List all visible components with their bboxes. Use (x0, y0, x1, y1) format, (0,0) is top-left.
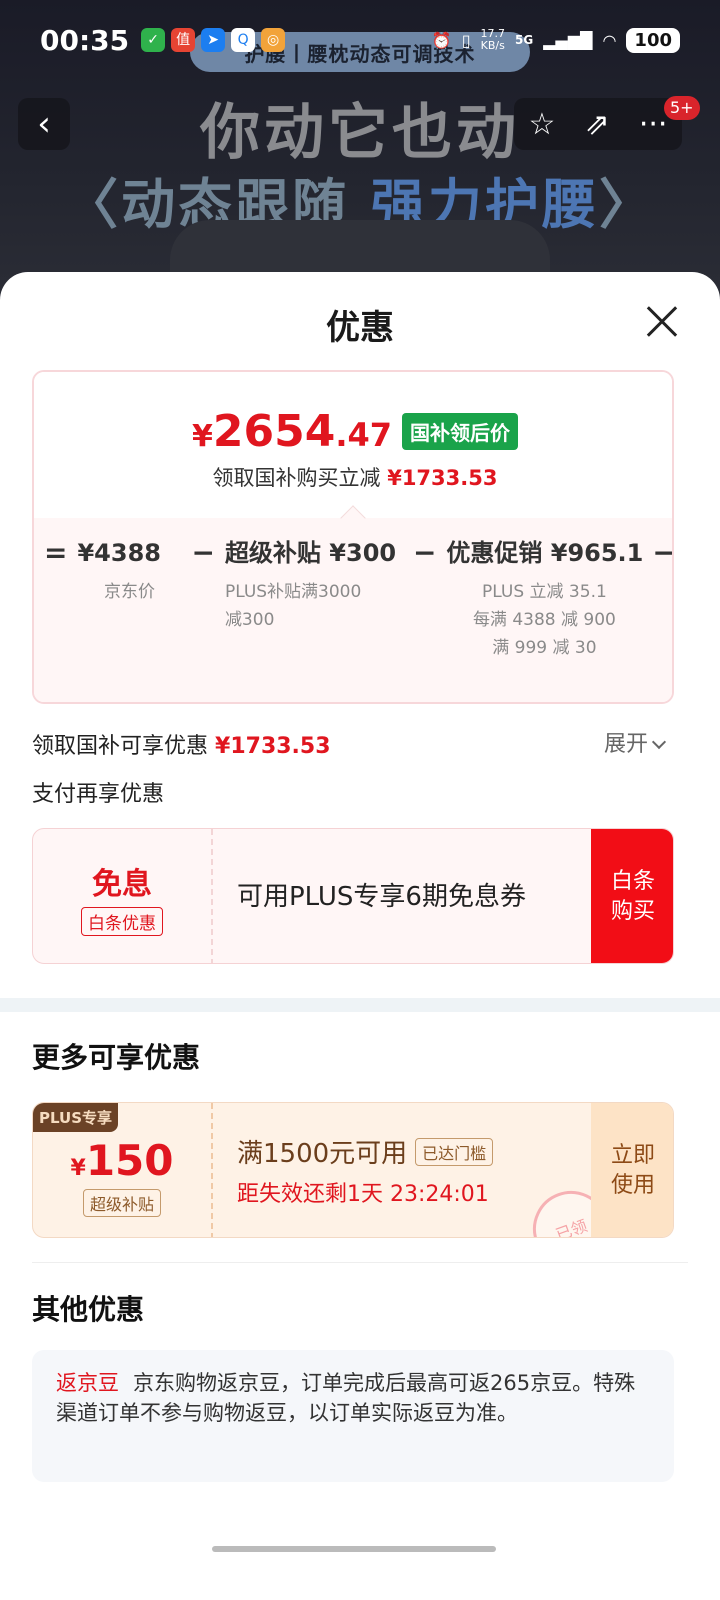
coupon-condition: 满1500元可用 (237, 1139, 408, 1169)
share-icon[interactable]: ⇗ (585, 107, 610, 142)
status-app-icons: ✓ 值 ➤ Q ◎ (141, 28, 286, 52)
signal-bars-icon: ▂▄▆█ (543, 30, 593, 50)
plus-exclusive-tag: PLUS专享 (33, 1103, 119, 1132)
sheet-lower: 更多可享优惠 ¥150 超级补贴 PLUS专享 满1500元可用 已达门槛 距失效… (0, 272, 720, 1600)
alarm-icon: ⏰ (431, 30, 452, 50)
message-badge: 5+ (664, 96, 700, 120)
network-speed: 17.7 KB/s (481, 28, 506, 52)
back-arrow-icon: ‹ (37, 104, 51, 144)
coupon-details: 满1500元可用 已达门槛 距失效还剩1天 23:24:01 (237, 1133, 494, 1208)
coupon-condition-row: 满1500元可用 已达门槛 (237, 1133, 494, 1170)
coupon-amount-value: 150 (85, 1135, 174, 1185)
back-button[interactable]: ‹ (18, 98, 70, 150)
status-bar: 00:35 ✓ 值 ➤ Q ◎ ⏰ ▯ 17.7 KB/s 5G ▂▄▆█ ◠ … (0, 0, 720, 80)
status-right: ⏰ ▯ 17.7 KB/s 5G ▂▄▆█ ◠ 100 (431, 27, 680, 53)
nav-actions: ☆ ⇗ ··· (514, 98, 682, 150)
home-indicator[interactable] (212, 1546, 496, 1552)
other-discounts-title: 其他优惠 (32, 1293, 145, 1326)
search-app-icon: Q (231, 28, 256, 52)
jd-bean-text: 京东购物返京豆，订单完成后最高可返265京豆。特殊渠道订单不参与购物返豆，以订单… (56, 1371, 636, 1425)
coupon-countdown: 距失效还剩1天 23:24:01 (237, 1182, 489, 1207)
more-discounts-title: 更多可享优惠 (32, 1041, 201, 1074)
red-badge-icon: 值 (171, 28, 196, 52)
wifi-icon: ◠ (602, 30, 617, 50)
status-time: 00:35 (40, 23, 130, 57)
signal-label: 5G (515, 33, 534, 47)
favorite-icon[interactable]: ☆ (529, 107, 556, 142)
network-speed-unit: KB/s (480, 39, 505, 52)
section-divider (0, 998, 720, 1012)
divider-line (32, 1262, 688, 1263)
orange-app-icon: ◎ (261, 28, 286, 52)
threshold-reached-tag: 已达门槛 (415, 1137, 494, 1166)
coupon-card[interactable]: ¥150 超级补贴 PLUS专享 满1500元可用 已达门槛 距失效还剩1天 23… (32, 1102, 674, 1238)
use-now-button[interactable]: 立即使用 (591, 1103, 673, 1237)
coupon-amount: ¥150 (71, 1136, 174, 1185)
banner-subline-suffix: 〉 (598, 173, 656, 236)
coupon-currency: ¥ (70, 1155, 86, 1181)
more-icon[interactable]: ··· (639, 107, 668, 142)
battery-indicator: 100 (626, 27, 680, 53)
coupon-subtitle: 超级补贴 (82, 1188, 161, 1217)
jd-bean-tag: 返京豆 (56, 1371, 119, 1395)
vibrate-icon: ▯ (461, 30, 471, 50)
blue-arrow-icon: ➤ (201, 28, 226, 52)
jd-bean-card: 返京豆 京东购物返京豆，订单完成后最高可返265京豆。特殊渠道订单不参与购物返豆，… (32, 1350, 674, 1482)
wechat-pay-icon: ✓ (141, 28, 166, 52)
